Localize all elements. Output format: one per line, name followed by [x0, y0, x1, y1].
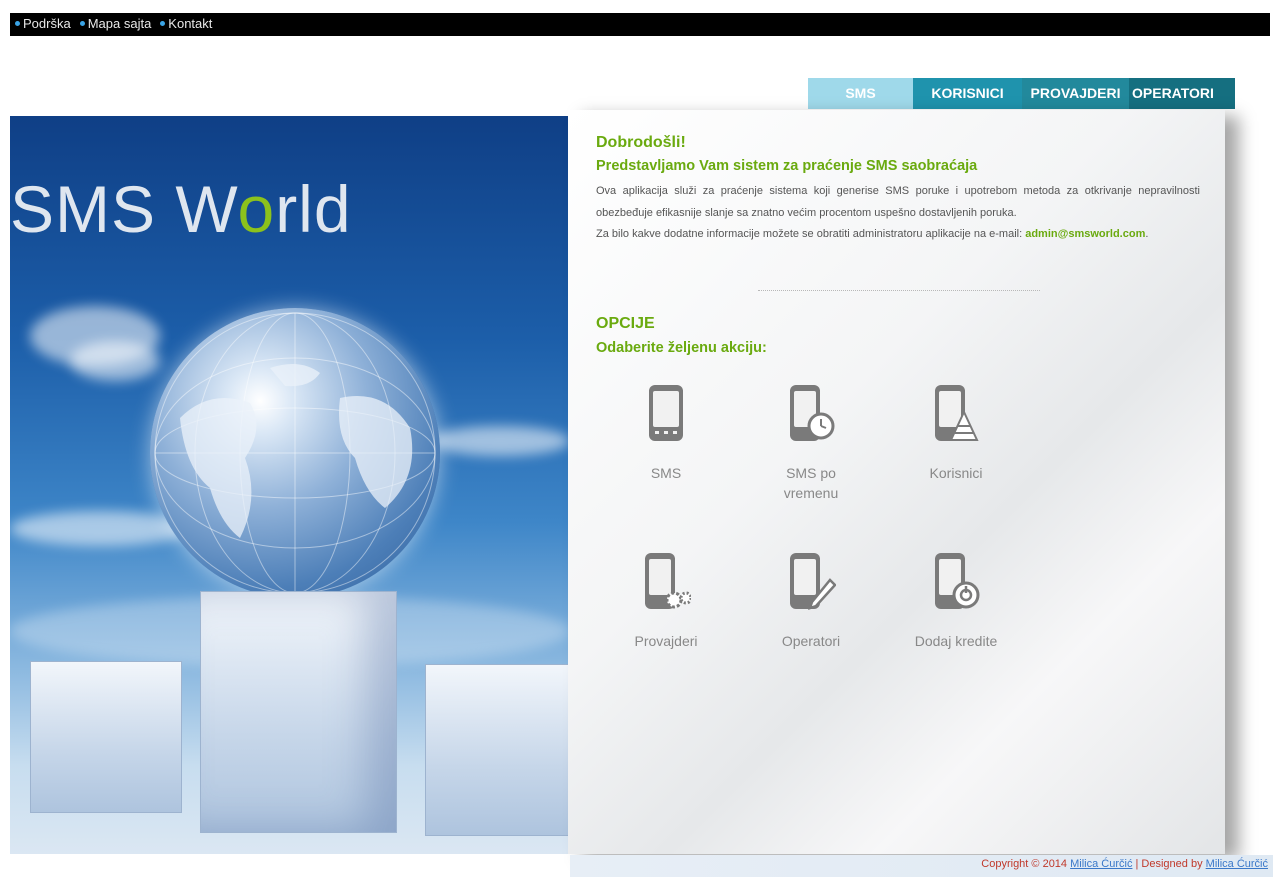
action-label: SMS — [650, 465, 682, 481]
action-operatori[interactable]: Operatori — [746, 550, 876, 651]
hero-image: SMS World — [10, 116, 570, 854]
admin-email-link[interactable]: admin@smsworld.com — [1025, 228, 1145, 240]
action-sms[interactable]: SMS — [601, 382, 731, 483]
options-subheading: Odaberite željenu akciju: — [596, 340, 767, 356]
hero-title: SMS World — [10, 171, 352, 247]
author-link[interactable]: Milica Ćurčić — [1070, 858, 1132, 870]
link-mapa-sajta[interactable]: Mapa sajta — [79, 16, 152, 31]
link-label: Mapa sajta — [87, 16, 152, 31]
phone-power-icon — [935, 553, 980, 609]
phone-users-icon — [935, 385, 979, 441]
top-bar: Podrška Mapa sajta Kontakt — [10, 13, 1270, 36]
phone-gears-icon — [645, 553, 693, 609]
bullet-icon — [79, 21, 85, 26]
action-label: Provajderi — [634, 633, 698, 649]
action-label: SMS po vremenu — [783, 465, 839, 501]
phone-icon — [649, 385, 683, 441]
welcome-subheading: Predstavljamo Vam sistem za praćenje SMS… — [596, 158, 978, 174]
link-podrska[interactable]: Podrška — [15, 16, 71, 31]
cloud — [70, 341, 160, 381]
designed-by-text: | Designed by — [1135, 858, 1203, 870]
hero-title-part: rld — [275, 172, 352, 246]
welcome-paragraph: Ova aplikacija služi za praćenje sistema… — [596, 185, 1200, 219]
tab-operatori[interactable]: OPERATORI — [1129, 78, 1235, 109]
designer-link[interactable]: Milica Ćurčić — [1206, 858, 1268, 870]
action-dodaj-kredite[interactable]: Dodaj kredite — [891, 550, 1021, 651]
globe-image — [150, 308, 440, 598]
action-label: Operatori — [781, 633, 841, 649]
action-label: Korisnici — [929, 465, 983, 481]
phone-clock-icon — [790, 385, 835, 441]
tab-korisnici[interactable]: KORISNICI — [913, 78, 1022, 109]
divider — [758, 290, 1040, 291]
welcome-heading: Dobrodošli! — [596, 134, 686, 151]
period: . — [1145, 228, 1149, 240]
action-label: Dodaj kredite — [914, 633, 998, 649]
options-heading: OPCIJE — [596, 315, 655, 332]
link-label: Podrška — [23, 16, 71, 31]
hero-title-o: o — [237, 172, 276, 246]
cube-right — [425, 664, 570, 836]
link-label: Kontakt — [168, 16, 213, 31]
copyright-text: Copyright © 2014 — [981, 858, 1068, 870]
cloud — [430, 426, 570, 456]
phone-pencil-icon — [790, 553, 837, 610]
globe-grid — [154, 312, 436, 594]
welcome-text: Ova aplikacija služi za praćenje sistema… — [596, 181, 1200, 246]
tab-provajderi[interactable]: PROVAJDERI — [1022, 78, 1129, 109]
content-panel: Dobrodošli! Predstavljamo Vam sistem za … — [568, 110, 1225, 854]
main-nav: SMS KORISNICI PROVAJDERI OPERATORI — [808, 78, 1235, 109]
link-kontakt[interactable]: Kontakt — [160, 16, 212, 31]
welcome-paragraph: Za bilo kakve dodatne informacije možete… — [596, 228, 1023, 240]
footer-text: Copyright © 2014 Milica Ćurčić | Designe… — [981, 858, 1268, 870]
tab-sms[interactable]: SMS — [808, 78, 913, 109]
action-provajderi[interactable]: Provajderi — [601, 550, 731, 651]
top-links: Podrška Mapa sajta Kontakt — [15, 16, 212, 31]
cube-center — [200, 591, 397, 833]
cube-left — [30, 661, 182, 813]
action-sms-po-vremenu[interactable]: SMS po vremenu — [746, 382, 876, 503]
hero-title-part: SMS W — [10, 172, 238, 246]
bullet-icon — [160, 21, 166, 26]
action-korisnici[interactable]: Korisnici — [891, 382, 1021, 483]
footer: Copyright © 2014 Milica Ćurčić | Designe… — [570, 855, 1273, 877]
bullet-icon — [15, 21, 20, 26]
